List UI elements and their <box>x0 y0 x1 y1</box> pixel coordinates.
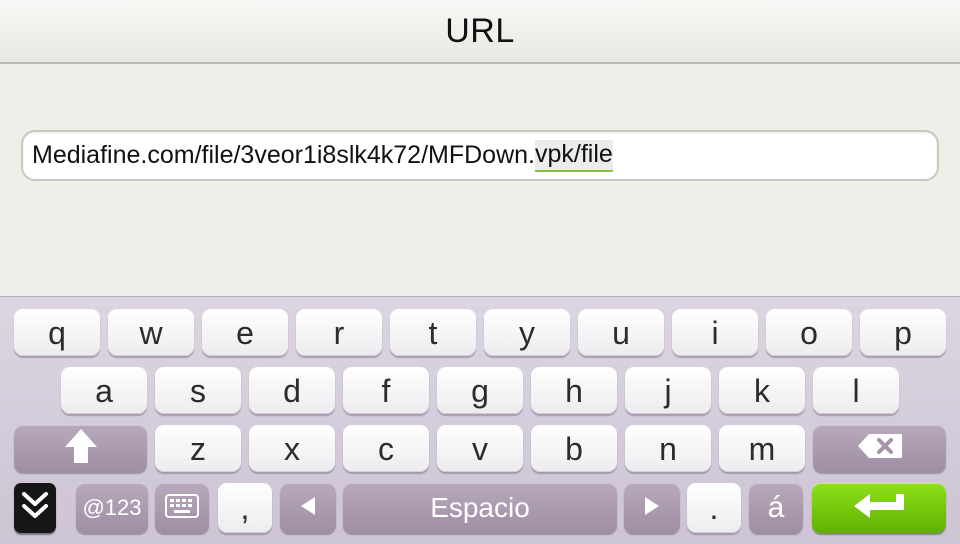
shift-key[interactable] <box>14 425 147 472</box>
url-input[interactable]: Mediafine.com/file/3veor1i8slk4k72/MFDow… <box>21 130 939 181</box>
key-r[interactable]: r <box>296 309 382 356</box>
key-u[interactable]: u <box>578 309 664 356</box>
key-k[interactable]: k <box>719 367 805 414</box>
on-screen-keyboard: q w e r t y u i o p a s d f g h j k l z … <box>0 296 960 544</box>
key-m[interactable]: m <box>719 425 805 472</box>
key-c[interactable]: c <box>343 425 429 472</box>
double-chevron-down-icon <box>20 489 50 528</box>
key-p[interactable]: p <box>860 309 946 356</box>
keyboard-icon <box>165 493 199 523</box>
cursor-left-key[interactable] <box>280 483 336 533</box>
page-title: URL <box>445 11 515 50</box>
keyboard-switch-key[interactable] <box>155 483 209 533</box>
period-key[interactable]: . <box>687 483 741 533</box>
key-d[interactable]: d <box>249 367 335 414</box>
url-input-text: Mediafine.com/file/3veor1i8slk4k72/MFDow… <box>32 141 535 169</box>
backspace-key[interactable] <box>813 425 946 472</box>
triangle-left-icon <box>300 496 316 521</box>
shift-arrow-icon <box>63 427 99 470</box>
url-input-composing-text: vpk/file <box>535 139 613 172</box>
key-q[interactable]: q <box>14 309 100 356</box>
key-y[interactable]: y <box>484 309 570 356</box>
accent-key-label: á <box>767 491 785 524</box>
key-e[interactable]: e <box>202 309 288 356</box>
key-x[interactable]: x <box>249 425 335 472</box>
content-area: Mediafine.com/file/3veor1i8slk4k72/MFDow… <box>0 64 960 296</box>
triangle-right-icon <box>644 496 660 521</box>
key-f[interactable]: f <box>343 367 429 414</box>
key-t[interactable]: t <box>390 309 476 356</box>
title-bar: URL <box>0 0 960 64</box>
key-w[interactable]: w <box>108 309 194 356</box>
enter-key[interactable] <box>812 483 946 533</box>
key-o[interactable]: o <box>766 309 852 356</box>
symbols-key-label: @123 <box>82 495 142 520</box>
backspace-icon <box>857 433 903 464</box>
cursor-right-key[interactable] <box>624 483 680 533</box>
key-z[interactable]: z <box>155 425 241 472</box>
key-h[interactable]: h <box>531 367 617 414</box>
key-s[interactable]: s <box>155 367 241 414</box>
key-n[interactable]: n <box>625 425 711 472</box>
accent-key[interactable]: á <box>749 483 803 533</box>
symbols-key[interactable]: @123 <box>76 483 148 533</box>
hide-keyboard-key[interactable] <box>14 483 56 533</box>
key-v[interactable]: v <box>437 425 523 472</box>
enter-icon <box>852 492 906 525</box>
key-j[interactable]: j <box>625 367 711 414</box>
space-key[interactable]: Espacio <box>343 483 617 533</box>
key-i[interactable]: i <box>672 309 758 356</box>
comma-key[interactable]: , <box>218 483 272 533</box>
key-a[interactable]: a <box>61 367 147 414</box>
key-g[interactable]: g <box>437 367 523 414</box>
key-b[interactable]: b <box>531 425 617 472</box>
key-l[interactable]: l <box>813 367 899 414</box>
space-key-label: Espacio <box>430 492 530 523</box>
